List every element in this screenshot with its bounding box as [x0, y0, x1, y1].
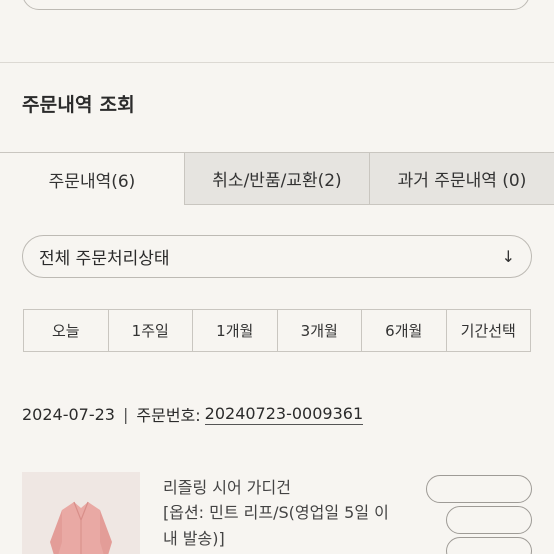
- meta-separator: |: [122, 404, 129, 424]
- period-filter: 오늘 1주일 1개월 3개월 6개월 기간선택: [23, 309, 531, 352]
- tab-past-orders[interactable]: 과거 주문내역 (0): [370, 153, 554, 205]
- order-status-select[interactable]: 전체 주문처리상태 ↓: [22, 235, 532, 278]
- product-option: [옵션: 민트 리프/S(영업일 5일 이내 발송)]: [163, 503, 389, 548]
- period-3month-button[interactable]: 3개월: [278, 310, 362, 351]
- order-status-value: 전체 주문처리상태: [39, 249, 170, 269]
- period-custom-button[interactable]: 기간선택: [447, 310, 531, 351]
- period-1month-button[interactable]: 1개월: [193, 310, 278, 351]
- tab-cancel-return-exchange[interactable]: 취소/반품/교환(2): [185, 153, 370, 205]
- order-tabs: 주문내역(6) 취소/반품/교환(2) 과거 주문내역 (0): [0, 152, 554, 205]
- order-number-label: 주문번호:: [136, 406, 201, 425]
- page-title: 주문내역 조회: [22, 94, 135, 116]
- courier-button[interactable]: [426, 475, 532, 503]
- section-divider: [0, 62, 554, 63]
- order-meta: 2024-07-23 | 주문번호: 20240723-0009361: [22, 402, 364, 426]
- review-button[interactable]: [446, 537, 532, 554]
- period-today-button[interactable]: 오늘: [24, 310, 109, 351]
- product-image[interactable]: [22, 472, 140, 554]
- cardigan-image: [22, 472, 140, 554]
- arrow-down-icon: ↓: [501, 247, 515, 266]
- period-6month-button[interactable]: 6개월: [362, 310, 447, 351]
- period-1week-button[interactable]: 1주일: [109, 310, 193, 351]
- tracking-button[interactable]: [446, 506, 532, 534]
- order-date: 2024-07-23: [22, 404, 115, 424]
- top-input-field[interactable]: [22, 0, 530, 10]
- order-number-link[interactable]: 20240723-0009361: [204, 404, 364, 425]
- tab-orders[interactable]: 주문내역(6): [0, 153, 185, 205]
- product-name[interactable]: 리즐링 시어 가디건: [163, 474, 291, 498]
